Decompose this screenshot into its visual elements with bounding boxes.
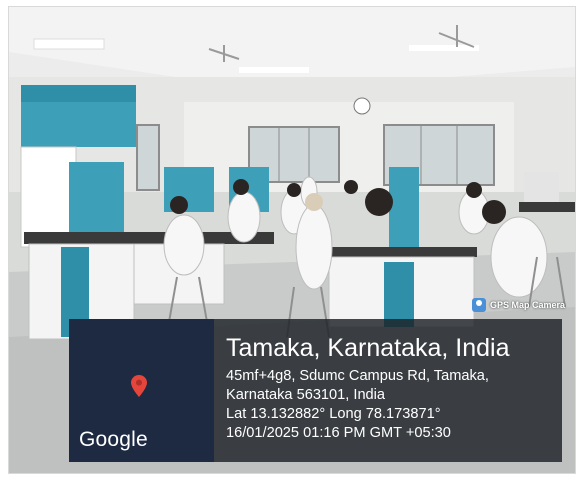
address-line-1: 45mf+4g8, Sdumc Campus Rd, Tamaka, (226, 368, 489, 384)
coordinates: Lat 13.132882° Long 78.173871° (226, 406, 441, 422)
address-line-2: Karnataka 563101, India (226, 387, 386, 403)
photo: GPS Map Camera Google Tamaka, Karnataka,… (8, 6, 576, 474)
location-info: Tamaka, Karnataka, India 45mf+4g8, Sdumc… (214, 319, 562, 462)
geotag-overlay: Google Tamaka, Karnataka, India 45mf+4g8… (69, 319, 562, 462)
datetime: 16/01/2025 01:16 PM GMT +05:30 (226, 425, 451, 441)
google-logo: Google (79, 428, 148, 451)
location-title: Tamaka, Karnataka, India (226, 334, 510, 362)
badge-label: GPS Map Camera (489, 300, 565, 310)
gps-map-camera-badge: GPS Map Camera (471, 296, 565, 314)
map-pin-icon (131, 375, 147, 397)
gps-map-camera-icon (471, 298, 486, 312)
map-thumbnail: Google (69, 319, 214, 462)
